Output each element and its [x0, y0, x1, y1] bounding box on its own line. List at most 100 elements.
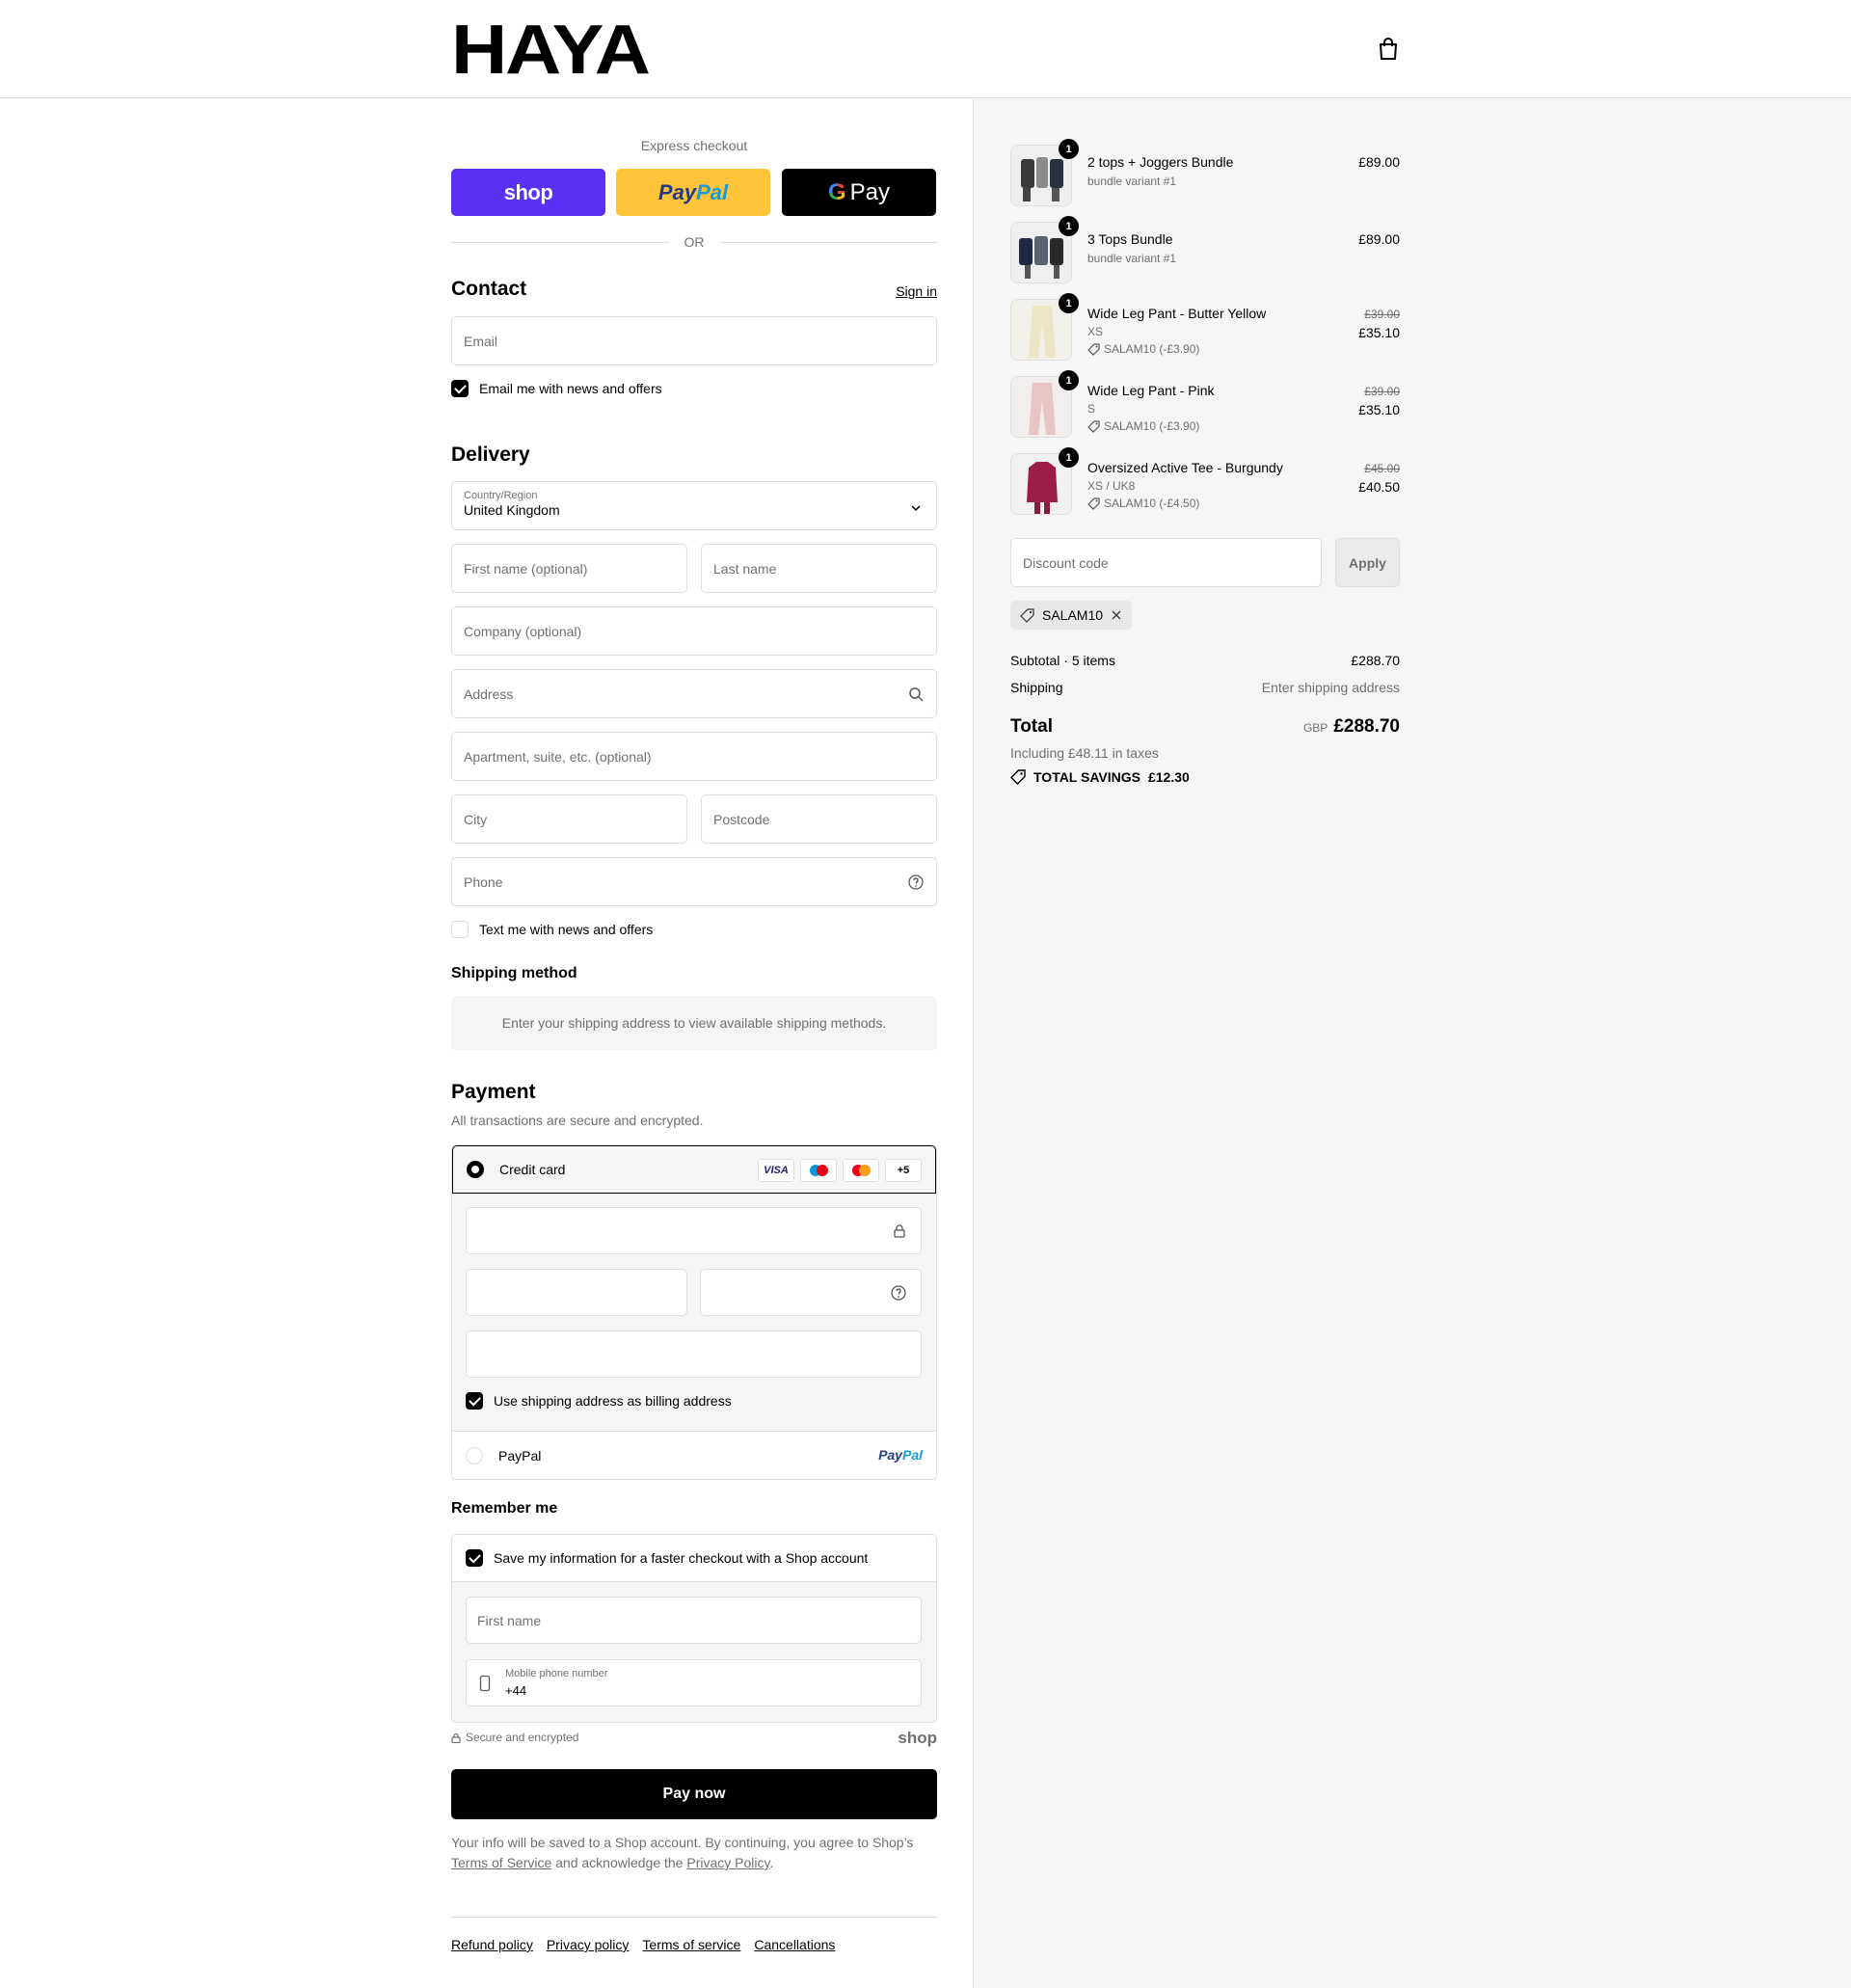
- billing-address-checkbox[interactable]: Use shipping address as billing address: [466, 1392, 732, 1410]
- country-select[interactable]: Country/Region United Kingdom: [451, 481, 937, 530]
- city-placeholder: City: [464, 811, 488, 827]
- payment-subtitle: All transactions are secure and encrypte…: [451, 1113, 704, 1128]
- save-info-checkbox[interactable]: Save my information for a faster checkou…: [452, 1535, 936, 1582]
- postcode-field[interactable]: Postcode: [701, 794, 937, 844]
- footer-divider: [451, 1917, 937, 1918]
- email-field[interactable]: Email: [451, 316, 937, 365]
- visa-icon: VISA: [758, 1159, 794, 1182]
- secure-note: Secure and encrypted: [451, 1731, 578, 1744]
- shop-logo: shop: [503, 179, 553, 204]
- mobile-phone-field[interactable]: Mobile phone number +44: [466, 1659, 922, 1706]
- checkbox-checked[interactable]: [466, 1392, 483, 1410]
- shopping-bag-icon[interactable]: [1377, 37, 1400, 62]
- paypal-option[interactable]: PayPal PayPal: [452, 1431, 936, 1479]
- google-pay-button[interactable]: G Pay: [782, 169, 936, 216]
- shipping-row: Shipping Enter shipping address: [1010, 680, 1400, 695]
- billing-label: Use shipping address as billing address: [494, 1393, 732, 1409]
- paypal-button[interactable]: Pay Pal: [616, 169, 770, 216]
- first-name-field[interactable]: First name (optional): [451, 544, 687, 593]
- checkbox-checked[interactable]: [451, 380, 469, 397]
- sign-in-link[interactable]: Sign in: [896, 283, 937, 299]
- paypal-logo-a: Pay: [657, 179, 697, 204]
- email-news-checkbox[interactable]: Email me with news and offers: [451, 380, 662, 397]
- item-name: Wide Leg Pant - Butter Yellow: [1087, 306, 1267, 321]
- apply-discount-button[interactable]: Apply: [1335, 538, 1400, 587]
- total-savings: TOTAL SAVINGS £12.30: [1010, 769, 1190, 785]
- subtotal-row: Subtotal · 5 items £288.70: [1010, 653, 1400, 668]
- item-price: £89.00: [1358, 154, 1400, 170]
- remember-me-title: Remember me: [451, 1500, 558, 1517]
- text-news-checkbox[interactable]: Text me with news and offers: [451, 921, 653, 938]
- legal-post: .: [769, 1855, 774, 1870]
- mobile-value: +44: [505, 1683, 527, 1698]
- tag-icon: [1087, 497, 1100, 510]
- refund-policy-link[interactable]: Refund policy: [451, 1937, 533, 1952]
- chevron-down-icon: [911, 505, 921, 512]
- total-value: £288.70: [1333, 716, 1400, 737]
- terms-of-service-footer-link[interactable]: Terms of service: [642, 1937, 740, 1952]
- address-field[interactable]: Address: [451, 669, 937, 718]
- address-placeholder: Address: [464, 685, 514, 702]
- company-placeholder: Company (optional): [464, 623, 582, 639]
- subtotal-value: £288.70: [1351, 653, 1400, 668]
- pay-now-button[interactable]: Pay now: [451, 1769, 937, 1819]
- security-code-field[interactable]: [700, 1269, 922, 1316]
- mobile-phone-icon: [479, 1675, 491, 1692]
- total-label: Total: [1010, 716, 1053, 737]
- shop-pay-button[interactable]: shop: [451, 169, 605, 216]
- savings-label: TOTAL SAVINGS: [1033, 769, 1140, 785]
- radio-selected[interactable]: [467, 1161, 484, 1178]
- phone-field[interactable]: Phone: [451, 857, 937, 906]
- legal-pre: Your info will be saved to a Shop accoun…: [451, 1835, 914, 1850]
- expiry-field[interactable]: [466, 1269, 687, 1316]
- cancellations-link[interactable]: Cancellations: [754, 1937, 835, 1952]
- name-on-card-field[interactable]: [466, 1330, 922, 1378]
- shipping-method-note: Enter your shipping address to view avai…: [451, 996, 937, 1050]
- item-name: 3 Tops Bundle: [1087, 231, 1173, 247]
- shipping-method-title: Shipping method: [451, 965, 577, 981]
- legal-text: Your info will be saved to a Shop accoun…: [451, 1833, 937, 1873]
- item-variant: bundle variant #1: [1087, 252, 1177, 265]
- tag-icon: [1087, 419, 1100, 433]
- terms-of-service-link[interactable]: Terms of Service: [451, 1855, 551, 1870]
- taxes-note: Including £48.11 in taxes: [1010, 745, 1159, 761]
- gpay-label: Pay: [849, 178, 891, 205]
- privacy-policy-link[interactable]: Privacy Policy: [686, 1855, 769, 1870]
- remember-first-name-field[interactable]: First name: [466, 1597, 922, 1644]
- last-name-field[interactable]: Last name: [701, 544, 937, 593]
- first-name-placeholder: First name (optional): [464, 560, 588, 577]
- privacy-policy-footer-link[interactable]: Privacy policy: [547, 1937, 630, 1952]
- close-icon[interactable]: [1111, 609, 1122, 621]
- quantity-badge: 1: [1059, 293, 1079, 313]
- discount-code-field[interactable]: Discount code: [1010, 538, 1322, 587]
- shop-logo-small: shop: [898, 1729, 937, 1747]
- credit-card-option[interactable]: Credit card VISA +5: [452, 1145, 936, 1194]
- google-g-icon: G: [827, 178, 846, 205]
- apartment-field[interactable]: Apartment, suite, etc. (optional): [451, 732, 937, 781]
- tag-icon: [1020, 607, 1034, 623]
- brand-logo[interactable]: HAYA: [451, 15, 651, 85]
- radio-unselected[interactable]: [466, 1446, 483, 1464]
- item-original-price: £45.00: [1364, 462, 1400, 475]
- company-field[interactable]: Company (optional): [451, 606, 937, 656]
- footer-links: Refund policy Privacy policy Terms of se…: [451, 1937, 835, 1952]
- item-price: £40.50: [1358, 479, 1400, 495]
- checkbox-checked[interactable]: [466, 1549, 483, 1567]
- item-name: 2 tops + Joggers Bundle: [1087, 154, 1234, 170]
- card-form: Use shipping address as billing address: [452, 1194, 936, 1431]
- help-circle-icon[interactable]: [907, 873, 925, 891]
- last-name-placeholder: Last name: [713, 560, 777, 577]
- tag-icon: [1010, 769, 1026, 785]
- subtotal-label: Subtotal · 5 items: [1010, 653, 1115, 668]
- help-circle-icon[interactable]: [890, 1284, 907, 1302]
- or-text: OR: [684, 234, 705, 250]
- apply-label: Apply: [1349, 554, 1386, 571]
- shipping-value: Enter shipping address: [1261, 680, 1400, 695]
- paypal-option-label: PayPal: [498, 1447, 542, 1464]
- city-field[interactable]: City: [451, 794, 687, 844]
- card-number-field[interactable]: [466, 1207, 922, 1254]
- delivery-title: Delivery: [451, 443, 530, 466]
- checkbox-unchecked[interactable]: [451, 921, 469, 938]
- item-name: Oversized Active Tee - Burgundy: [1087, 460, 1283, 475]
- item-variant: S: [1087, 402, 1096, 416]
